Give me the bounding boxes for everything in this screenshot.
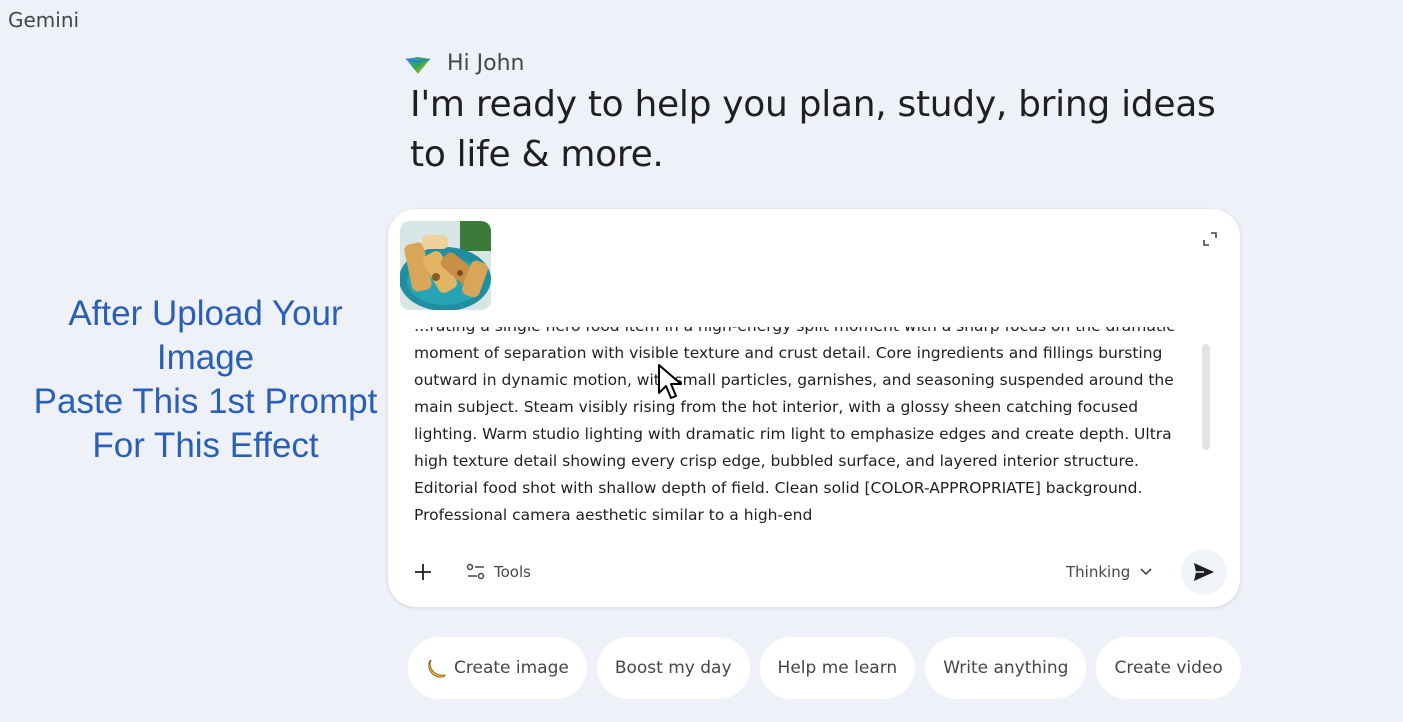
model-selector[interactable]: Thinking [1066,559,1152,585]
suggestion-chips: Create image Boost my day Help me learn … [408,637,1241,699]
chip-label: Create video [1114,658,1223,678]
suggestion-chip-create-video[interactable]: Create video [1096,637,1241,699]
tools-label: Tools [494,563,531,581]
tools-icon [466,563,485,580]
chip-label: Help me learn [777,658,898,678]
scrollbar-thumb[interactable] [1202,344,1210,450]
suggestion-chip-create-image[interactable]: Create image [408,637,587,699]
suggestion-chip-boost-my-day[interactable]: Boost my day [596,637,750,699]
tools-button[interactable]: Tools [466,559,531,585]
plus-icon [415,564,431,580]
chip-label: Create image [454,658,569,678]
greeting: Hi John [405,50,524,76]
expand-icon[interactable] [1202,231,1218,247]
food-image-thumbnail[interactable] [400,221,491,310]
prompt-input[interactable]: …rating a single hero food item in a hig… [414,327,1184,523]
chip-label: Boost my day [614,658,732,678]
chip-label: Write anything [943,658,1069,678]
send-icon [1194,563,1214,581]
suggestion-chip-write-anything[interactable]: Write anything [925,637,1087,699]
gemini-spark-icon [405,57,431,74]
chevron-down-icon [1140,568,1152,576]
food-image [400,221,491,310]
prompt-text: …rating a single hero food item in a hig… [414,327,1175,523]
model-label: Thinking [1066,563,1131,581]
headline: I'm ready to help you plan, study, bring… [410,84,1216,175]
app-title: Gemini [8,8,80,32]
greeting-text: Hi John [447,50,525,76]
suggestion-chip-help-me-learn[interactable]: Help me learn [759,637,916,699]
banana-icon [428,659,446,678]
send-button[interactable] [1181,549,1227,595]
prompt-card: …rating a single hero food item in a hig… [388,209,1240,607]
overlay-caption: After Upload Your Image Paste This 1st P… [33,294,378,465]
add-attachment-button[interactable] [410,559,436,585]
